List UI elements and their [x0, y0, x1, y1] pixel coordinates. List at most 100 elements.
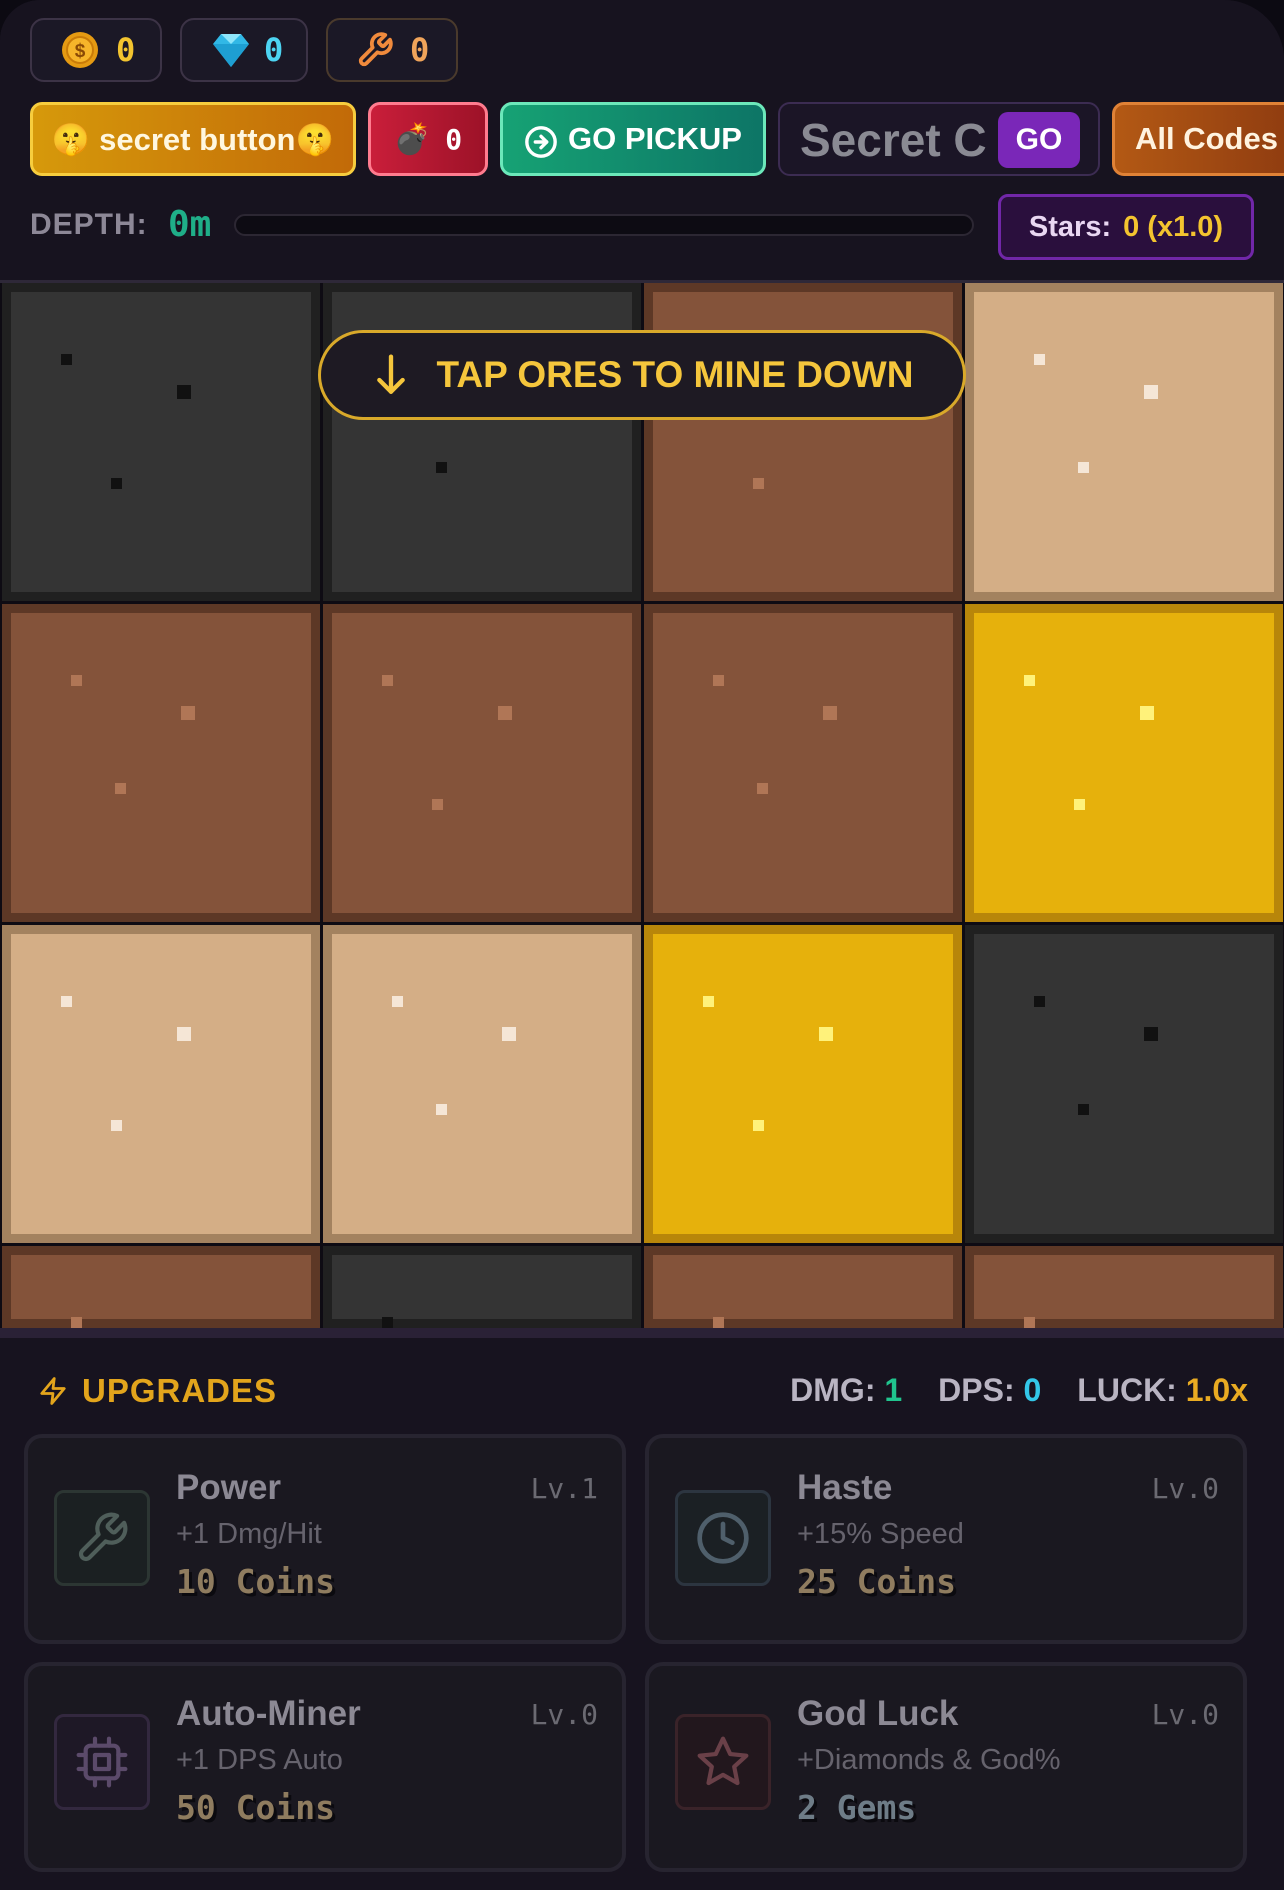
ore-speck	[1140, 706, 1154, 720]
ore-speck	[71, 675, 82, 686]
ore-tile-face	[11, 934, 311, 1234]
stars-value: 0 (x1.0)	[1123, 210, 1224, 243]
upgrade-description: +1 Dmg/Hit	[176, 1518, 322, 1550]
cpu-chip-icon	[54, 1714, 150, 1810]
dps-label: DPS:	[938, 1372, 1015, 1408]
ore-speck	[61, 996, 72, 1007]
gem-counter: 0	[180, 18, 308, 82]
ore-speck	[1144, 385, 1158, 399]
ore-tile-face	[974, 613, 1274, 913]
upgrades-title: UPGRADES	[38, 1372, 277, 1410]
depth-progress-bar	[234, 214, 974, 236]
ore-tile-dirt[interactable]	[644, 604, 962, 922]
ore-tile-sand[interactable]	[965, 283, 1283, 601]
upgrade-level: Lv.0	[1151, 1698, 1219, 1731]
wrench-icon	[54, 1490, 150, 1586]
bomb-count: 0	[445, 122, 463, 156]
ore-speck	[111, 478, 122, 489]
ore-tile-gold[interactable]	[644, 925, 962, 1243]
ore-tile-dirt[interactable]	[965, 1246, 1283, 1328]
ore-tile-stone[interactable]	[2, 283, 320, 601]
ore-tile-face	[974, 934, 1274, 1234]
ore-speck	[757, 783, 768, 794]
ore-speck	[498, 706, 512, 720]
ore-tile-face	[332, 934, 632, 1234]
upgrade-name: Auto-Miner	[176, 1694, 361, 1733]
ore-speck	[819, 1027, 833, 1041]
bomb-button[interactable]: 💣 0	[368, 102, 488, 176]
upgrade-card-power[interactable]: Power +1 Dmg/Hit 10 Coins Lv.1	[24, 1434, 626, 1644]
secret-code-input[interactable]	[800, 112, 1000, 168]
upgrade-cost: 50 Coins	[176, 1788, 335, 1827]
ore-tile-dirt[interactable]	[644, 1246, 962, 1328]
ore-tile-face	[974, 292, 1274, 592]
ore-speck	[71, 1317, 82, 1328]
upgrade-name: Power	[176, 1468, 282, 1507]
ore-tile-sand[interactable]	[323, 925, 641, 1243]
ore-tile-dirt[interactable]	[2, 604, 320, 922]
upgrade-card-haste[interactable]: Haste +15% Speed 25 Coins Lv.0	[645, 1434, 1247, 1644]
ore-tile-sand[interactable]	[2, 925, 320, 1243]
upgrade-description: +1 DPS Auto	[176, 1744, 343, 1776]
arrow-circle-icon	[524, 125, 558, 159]
ore-tile-gold[interactable]	[965, 604, 1283, 922]
upgrade-cost: 10 Coins	[176, 1562, 335, 1601]
ore-speck	[382, 1317, 393, 1328]
ore-speck	[1074, 799, 1085, 810]
ore-tile-face	[653, 1255, 953, 1328]
upgrade-card-god-luck[interactable]: God Luck +Diamonds & God% 2 Gems Lv.0	[645, 1662, 1247, 1872]
ore-tile-dirt[interactable]	[323, 604, 641, 922]
code-go-button[interactable]: GO	[998, 112, 1080, 168]
depth-label: DEPTH:	[30, 208, 148, 241]
ore-speck	[713, 1317, 724, 1328]
ore-speck	[1034, 354, 1045, 365]
secret-code-field: GO	[778, 102, 1100, 176]
ore-speck	[115, 783, 126, 794]
ore-tile-stone[interactable]	[323, 1246, 641, 1328]
ore-speck	[436, 1104, 447, 1115]
stars-badge[interactable]: Stars: 0 (x1.0)	[998, 194, 1254, 260]
ore-speck	[703, 996, 714, 1007]
ore-speck	[753, 478, 764, 489]
upgrade-description: +Diamonds & God%	[797, 1744, 1061, 1776]
upgrade-card-auto-miner[interactable]: Auto-Miner +1 DPS Auto 50 Coins Lv.0	[24, 1662, 626, 1872]
upgrades-panel: UPGRADES DMG: 1 DPS: 0 LUCK: 1.0x Power …	[0, 1338, 1284, 1890]
svg-text:$: $	[75, 41, 86, 62]
mine-grid-bottom-edge	[0, 1328, 1284, 1338]
ore-tile-face	[332, 1255, 632, 1328]
upgrade-description: +15% Speed	[797, 1518, 964, 1550]
diamond-icon	[210, 31, 252, 69]
mine-hint-banner: TAP ORES TO MINE DOWN	[318, 330, 966, 420]
dmg-value: 1	[884, 1372, 903, 1408]
ore-tile-face	[11, 1255, 311, 1328]
tool-count: 0	[410, 31, 430, 69]
go-pickup-button[interactable]: GO PICKUP	[500, 102, 766, 176]
mine-hint-text: TAP ORES TO MINE DOWN	[436, 354, 914, 395]
ore-speck	[1034, 996, 1045, 1007]
upgrade-cost: 2 Gems	[797, 1788, 917, 1827]
ore-tile-stone[interactable]	[965, 925, 1283, 1243]
ore-speck	[502, 1027, 516, 1041]
ore-speck	[1024, 675, 1035, 686]
stars-label: Stars:	[1028, 210, 1112, 243]
lightning-icon	[38, 1374, 68, 1408]
ore-tile-dirt[interactable]	[2, 1246, 320, 1328]
ore-speck	[392, 996, 403, 1007]
upgrade-cost: 25 Coins	[797, 1562, 956, 1601]
luck-stat: LUCK: 1.0x	[1077, 1372, 1248, 1409]
luck-label: LUCK:	[1077, 1372, 1177, 1408]
ore-speck	[713, 675, 724, 686]
mine-grid	[0, 283, 1284, 1338]
ore-tile-face	[974, 1255, 1274, 1328]
ore-speck	[111, 1120, 122, 1131]
ore-speck	[177, 385, 191, 399]
ore-speck	[1078, 1104, 1089, 1115]
ore-speck	[1144, 1027, 1158, 1041]
all-codes-button[interactable]: All Codes	[1112, 102, 1284, 176]
secret-button[interactable]: 🤫 secret button🤫	[30, 102, 356, 176]
luck-value: 1.0x	[1185, 1372, 1248, 1408]
star-icon	[675, 1714, 771, 1810]
dmg-stat: DMG: 1	[790, 1372, 902, 1409]
ore-speck	[1078, 462, 1089, 473]
upgrade-level: Lv.1	[530, 1472, 598, 1505]
